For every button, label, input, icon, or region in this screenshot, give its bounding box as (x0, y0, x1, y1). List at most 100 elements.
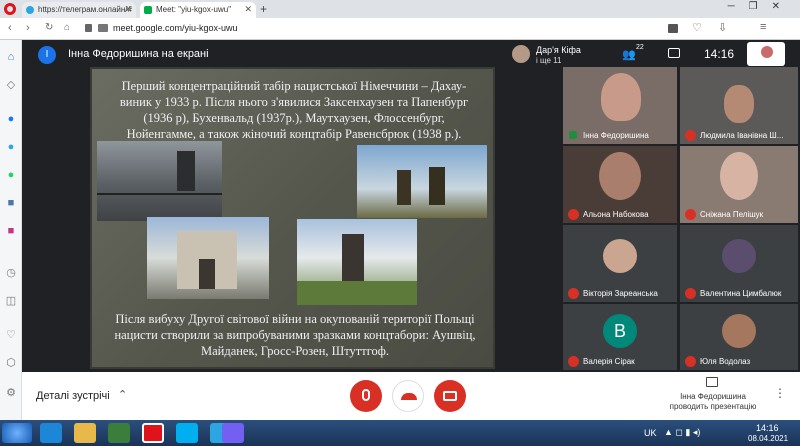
mic-off-icon (568, 356, 579, 367)
forward-icon[interactable]: › (26, 22, 30, 34)
ie-icon[interactable] (40, 423, 62, 443)
media-player-icon[interactable] (108, 423, 130, 443)
vk-icon[interactable]: ■ (4, 196, 18, 210)
camera-indicator-icon[interactable] (668, 24, 678, 33)
people-count: 22 (636, 44, 644, 51)
opera-icon[interactable] (142, 423, 164, 443)
participant-video (720, 152, 758, 200)
reload-icon[interactable]: ↻ (45, 22, 53, 33)
presentation-slide: Перший концентраційний табір нацистської… (90, 67, 495, 369)
participant-tile: Сніжана Пелішук (680, 146, 798, 223)
participant-tile: Альона Набокова (563, 146, 677, 223)
slide-text-bottom: Після вибуху Другої світової війни на ок… (114, 312, 476, 358)
clock-icon[interactable]: ◷ (4, 266, 18, 280)
explorer-icon[interactable] (74, 423, 96, 443)
download-icon[interactable]: ⇩ (718, 21, 727, 34)
audio-level-icon (569, 131, 577, 139)
meet-icon (144, 6, 152, 14)
participant-tile: Юля Водолаз (680, 304, 798, 370)
window-controls: ─❐✕ (727, 1, 794, 12)
dar-avatar (512, 45, 530, 63)
address-bar: ‹ › ↻ ⌂ meet.google.com/yiu-kgox-uwu ♡ ⇩… (0, 18, 800, 40)
clock-time[interactable]: 14:16 (756, 423, 779, 433)
participant-video (599, 152, 641, 200)
extensions-icon[interactable]: ⬡ (4, 356, 18, 370)
participant-avatar: В (603, 314, 637, 348)
self-avatar (761, 46, 773, 58)
speed-dial-icon[interactable]: ◇ (4, 78, 18, 92)
meeting-details-button[interactable]: Деталі зустрічі (36, 390, 110, 402)
mic-off-icon (685, 209, 696, 220)
tray-icons[interactable]: ▲ ◻ ▮ ◂) (664, 427, 700, 438)
settings-icon[interactable]: ≡ (760, 21, 766, 33)
close-icon[interactable]: ✕ (244, 4, 252, 15)
favorites-icon[interactable]: ♡ (4, 328, 18, 342)
history-icon[interactable]: ◫ (4, 294, 18, 308)
participant-video (601, 73, 641, 121)
speaker-sub: і ще 11 (536, 56, 562, 65)
leave-call-button[interactable] (392, 380, 424, 412)
home-icon[interactable]: ⌂ (64, 22, 70, 33)
mic-off-icon (568, 288, 579, 299)
mic-toggle-button[interactable] (350, 380, 382, 412)
opera-logo-icon[interactable] (4, 3, 16, 15)
meeting-time: 14:16 (704, 47, 735, 61)
whatsapp-icon[interactable]: ● (4, 168, 18, 182)
camera-toggle-button[interactable] (434, 380, 466, 412)
viber-icon[interactable] (222, 423, 244, 443)
windows-taskbar: UK ▲ ◻ ▮ ◂) 14:16 08.04.2021 (0, 420, 800, 446)
slide-text-top: Перший концентраційний табір нацистської… (119, 79, 469, 141)
url-field[interactable]: meet.google.com/yiu-kgox-uwu (113, 23, 238, 33)
chat-icon[interactable] (668, 48, 680, 58)
participant-tile: Інна Федоришина (563, 67, 677, 144)
camera-off-icon (443, 391, 457, 401)
meet-bottom-bar: Деталі зустрічі ⌃ Інна Федоришина провод… (22, 372, 800, 420)
tab-telegram[interactable]: https://телеграм.онлайн/# ✕ (22, 2, 136, 18)
participant-avatar (722, 239, 756, 273)
settings-icon[interactable]: ⚙ (4, 386, 18, 400)
mic-off-icon (568, 209, 579, 220)
chevron-up-icon[interactable]: ⌃ (118, 388, 127, 401)
hang-up-icon (401, 393, 417, 400)
participant-video (724, 85, 754, 123)
participant-tile: В Валерія Сірак (563, 304, 677, 370)
participant-tile: Вікторія Зареанська (563, 225, 677, 302)
skype-icon[interactable] (176, 423, 198, 443)
lock-icon (85, 24, 92, 32)
mic-off-icon (685, 130, 696, 141)
clock-date[interactable]: 08.04.2021 (748, 434, 788, 443)
back-icon[interactable]: ‹ (8, 22, 12, 34)
speaker-name: Дар'я Кіфа (536, 45, 581, 55)
messenger-icon[interactable]: ● (4, 112, 18, 126)
instagram-icon[interactable]: ■ (4, 224, 18, 238)
close-icon[interactable]: ✕ (124, 4, 132, 15)
presenter-banner: Інна Федоришина на екрані (68, 48, 209, 60)
browser-tab-bar: https://телеграм.онлайн/# ✕ Meet: "yiu-k… (0, 0, 800, 18)
presenting-status: проводить презентацію (669, 402, 757, 411)
dachau-tower-photo (97, 141, 222, 221)
heart-icon[interactable]: ♡ (692, 21, 702, 34)
camp-gate-photo (147, 217, 269, 299)
participant-tile: Валентина Цимбалюк (680, 225, 798, 302)
camera-icon (98, 24, 108, 32)
language-indicator[interactable]: UK (644, 428, 657, 438)
mic-off-icon (685, 288, 696, 299)
guard-tower-photo (297, 219, 417, 305)
present-icon[interactable] (706, 377, 718, 387)
opera-sidebar: ⌂ ◇ ● ● ● ■ ■ ◷ ◫ ♡ ⬡ ⚙ (0, 40, 22, 420)
participant-avatar (603, 239, 637, 273)
participant-tile: Людмила Іванівна Ш... (680, 67, 798, 144)
participant-avatar (722, 314, 756, 348)
telegram-icon[interactable]: ● (4, 140, 18, 154)
home-icon[interactable]: ⌂ (4, 50, 18, 64)
mic-off-icon (362, 389, 370, 401)
more-options-icon[interactable]: ⋮ (774, 386, 786, 400)
mic-off-icon (685, 356, 696, 367)
tower-sky-photo (357, 145, 487, 218)
tab-meet[interactable]: Meet: "yiu-kgox-uwu" ✕ (140, 2, 256, 18)
telegram-icon (26, 6, 34, 14)
presenting-name: Інна Федоришина (680, 392, 746, 401)
start-button[interactable] (2, 423, 32, 443)
new-tab-button[interactable]: + (260, 2, 267, 16)
presenter-avatar: І (38, 46, 56, 64)
